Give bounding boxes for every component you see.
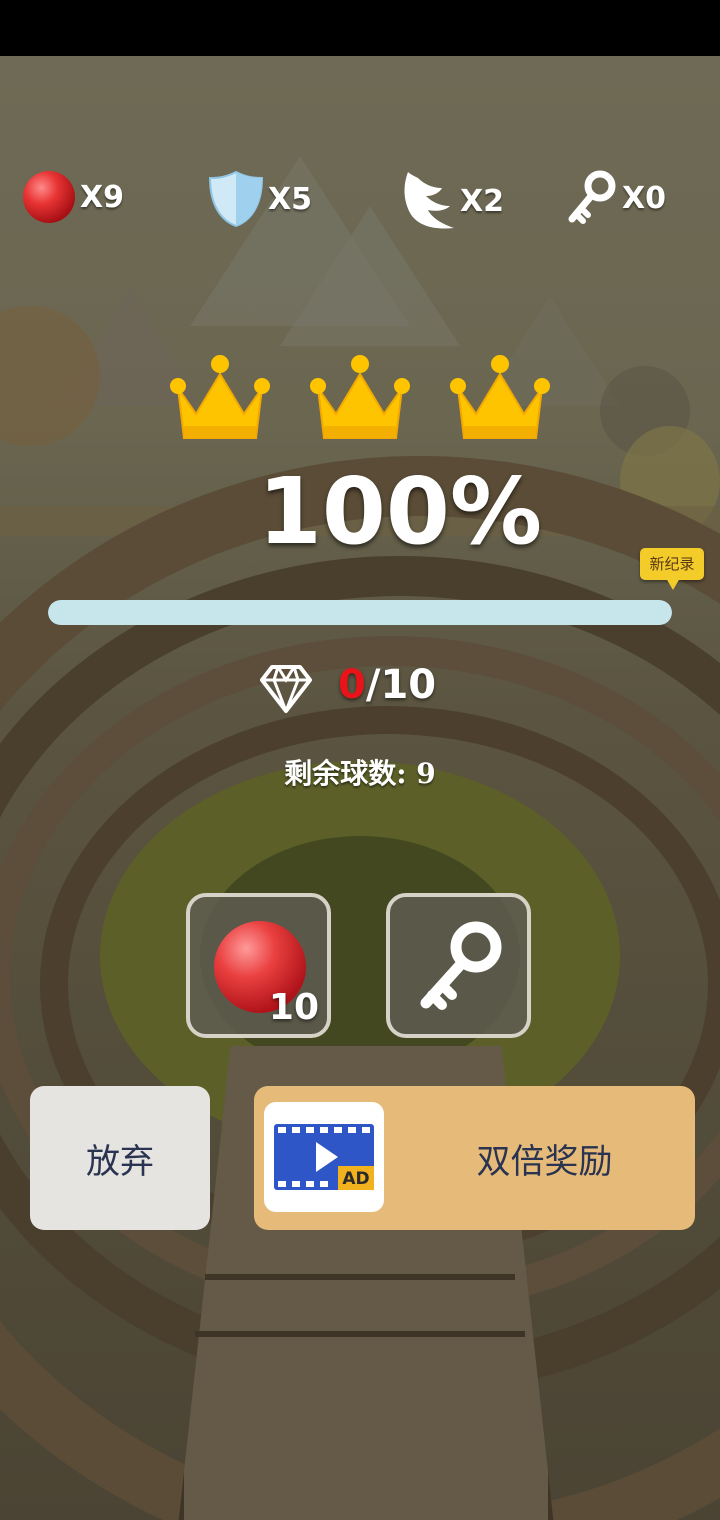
red-ball-icon [23, 171, 75, 223]
wings-count: X2 [460, 183, 505, 219]
double-reward-button[interactable]: AD 双倍奖励 [254, 1086, 695, 1230]
resource-keys: X0 [566, 170, 666, 226]
keys-count: X0 [622, 180, 667, 216]
balls-count: X9 [80, 179, 125, 215]
gems-collected: 0 [338, 662, 366, 708]
status-bar [0, 0, 720, 56]
crown-icon-3 [450, 355, 550, 439]
ad-label: AD [342, 1169, 369, 1189]
ball-powerup-count: 10 [268, 987, 319, 1028]
key-icon [420, 921, 502, 1010]
ball-powerup-button[interactable]: 10 [186, 893, 331, 1038]
completion-percent: 100% [257, 458, 543, 565]
new-record-badge: 新纪录 [640, 548, 704, 590]
key-icon [568, 170, 616, 224]
resource-balls: X9 [22, 170, 124, 224]
gems-total: /10 [365, 662, 437, 708]
shield-icon [208, 170, 264, 228]
gem-counter: 0/10 [0, 656, 720, 716]
diamond-icon [260, 665, 312, 713]
resource-shields: X5 [208, 170, 312, 228]
shields-count: X5 [268, 181, 313, 217]
give-up-label: 放弃 [86, 1141, 154, 1182]
double-reward-label: 双倍奖励 [476, 1141, 613, 1182]
resource-wings: X2 [398, 170, 504, 232]
video-ad-icon: AD [264, 1102, 384, 1212]
key-powerup-button[interactable] [386, 893, 531, 1038]
give-up-button[interactable]: 放弃 [30, 1086, 210, 1230]
crown-icon-2 [310, 355, 410, 439]
crown-icon-1 [170, 355, 270, 439]
progress-bar [48, 600, 672, 625]
remaining-balls: 剩余球数: 9 [284, 757, 436, 790]
wing-icon [404, 172, 454, 229]
progress-fill [48, 600, 672, 625]
